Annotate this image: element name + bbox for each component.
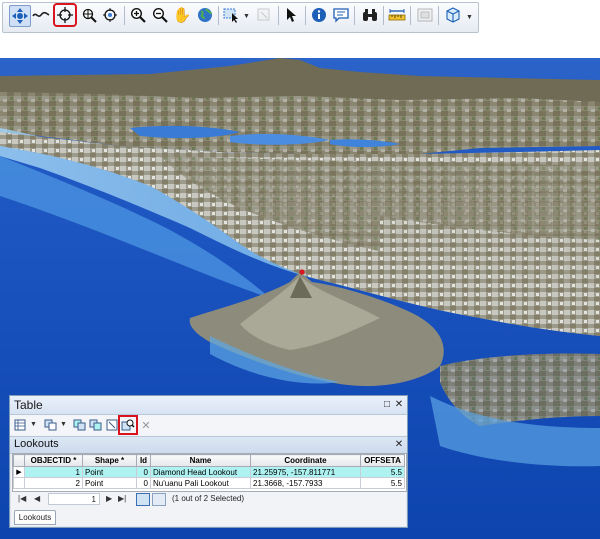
table-cell[interactable]: 21.3668, -157.7933 xyxy=(250,477,361,489)
toolbar-separator xyxy=(438,6,439,25)
table-cell[interactable]: Nu'uanu Pali Lookout xyxy=(150,477,251,489)
cube-icon[interactable] xyxy=(443,5,463,25)
first-record-icon[interactable]: |◀ xyxy=(18,494,26,503)
navigate-icon[interactable] xyxy=(9,5,31,27)
table-toolbar: ▼ ▼ ✕ xyxy=(10,415,407,435)
table-cell[interactable]: Point xyxy=(82,477,137,489)
toolbar-separator xyxy=(383,6,384,25)
measure-icon[interactable] xyxy=(387,5,407,25)
column-header[interactable]: OFFSETA xyxy=(360,454,405,467)
previous-record-icon[interactable]: ◀ xyxy=(34,494,40,503)
show-selected-records-icon[interactable] xyxy=(152,493,166,506)
globe-icon[interactable] xyxy=(195,5,215,25)
table-tab-title: Lookouts xyxy=(14,438,59,450)
lookout-point-marker[interactable] xyxy=(299,269,305,275)
toolbar-options-icon[interactable]: ▼ xyxy=(466,14,473,21)
select-features-icon[interactable] xyxy=(222,5,242,25)
close-icon[interactable]: ✕ xyxy=(393,438,405,451)
related-tables-icon[interactable] xyxy=(43,417,59,433)
record-number-input[interactable]: 1 xyxy=(48,493,100,505)
table-cell[interactable]: 0 xyxy=(136,477,151,489)
toolbar-separator xyxy=(278,6,279,25)
hand-icon[interactable]: ✋ xyxy=(172,5,192,25)
popup-icon[interactable] xyxy=(331,5,351,25)
column-header[interactable]: Shape * xyxy=(82,454,137,467)
table-row[interactable]: 2 Point 0 Nu'uanu Pali Lookout 21.3668, … xyxy=(13,477,405,489)
row-selector-header[interactable] xyxy=(13,454,25,467)
info-icon[interactable] xyxy=(309,5,329,25)
switch-selection-icon[interactable] xyxy=(88,417,104,433)
table-cell[interactable]: Diamond Head Lookout xyxy=(150,466,251,478)
bottom-tab-lookouts[interactable]: Lookouts xyxy=(14,510,56,525)
table-tab-header: Lookouts ✕ xyxy=(10,436,407,454)
table-cell[interactable]: 1 xyxy=(24,466,83,478)
observer-icon[interactable] xyxy=(100,5,120,25)
target-icon[interactable] xyxy=(53,3,77,27)
column-header[interactable]: OBJECTID * xyxy=(24,454,83,467)
chevron-down-icon[interactable]: ▼ xyxy=(30,421,37,428)
attribute-table-window[interactable]: Table □ ✕ ▼ ▼ ✕ Lookouts ✕ OBJECTID * Sh… xyxy=(9,395,408,528)
delete-selected-icon[interactable]: ✕ xyxy=(138,417,154,433)
table-row[interactable]: ▶ 1 Point 0 Diamond Head Lookout 21.2597… xyxy=(13,466,405,478)
chevron-down-icon[interactable]: ▼ xyxy=(243,13,250,20)
table-cell[interactable]: 21.25975, -157.811771 xyxy=(250,466,361,478)
grid-header-row: OBJECTID * Shape * Id Name Coordinate OF… xyxy=(13,454,405,467)
current-row-icon[interactable]: ▶ xyxy=(13,466,25,478)
toolbar-separator xyxy=(305,6,306,25)
table-cell[interactable]: 0 xyxy=(136,466,151,478)
next-record-icon[interactable]: ▶ xyxy=(106,494,112,503)
select-by-attributes-icon[interactable] xyxy=(72,417,88,433)
close-icon[interactable]: ✕ xyxy=(393,398,405,411)
zoom-in-icon[interactable] xyxy=(128,5,148,25)
scene-toolbar: ✋ ▼ ▼ xyxy=(0,0,600,34)
fly-icon[interactable] xyxy=(31,5,51,25)
record-navigator: |◀ ◀ 1 ▶ ▶| (1 out of 2 Selected) xyxy=(12,493,405,507)
show-all-records-icon[interactable] xyxy=(136,493,150,506)
table-cell[interactable]: 2 xyxy=(24,477,83,489)
table-cell[interactable]: Point xyxy=(82,466,137,478)
table-window-title: Table xyxy=(14,398,43,412)
table-cell[interactable]: 5.5 xyxy=(360,477,405,489)
table-cell[interactable]: 5.5 xyxy=(360,466,405,478)
table-options-icon[interactable] xyxy=(13,417,29,433)
toolbar-separator xyxy=(124,6,125,25)
zoom-target-icon[interactable] xyxy=(79,5,99,25)
animation-icon[interactable] xyxy=(415,5,435,25)
chevron-down-icon[interactable]: ▼ xyxy=(60,421,67,428)
column-header[interactable]: Name xyxy=(150,454,251,467)
table-titlebar[interactable]: Table □ ✕ xyxy=(10,396,407,415)
clear-selection-icon[interactable] xyxy=(104,417,120,433)
selection-status: (1 out of 2 Selected) xyxy=(172,494,245,503)
column-header[interactable]: Id xyxy=(136,454,151,467)
zoom-out-icon[interactable] xyxy=(150,5,170,25)
binoculars-icon[interactable] xyxy=(360,5,380,25)
row-selector[interactable] xyxy=(13,477,25,489)
clear-selection-icon[interactable] xyxy=(254,5,274,25)
toolbar-separator xyxy=(354,6,355,25)
toolbar-separator xyxy=(218,6,219,25)
arrow-cursor-icon[interactable] xyxy=(282,5,302,25)
toolbar-separator xyxy=(410,6,411,25)
attribute-grid[interactable]: OBJECTID * Shape * Id Name Coordinate OF… xyxy=(12,453,407,492)
column-header[interactable]: Coordinate xyxy=(250,454,361,467)
restore-icon[interactable]: □ xyxy=(381,398,393,411)
zoom-to-selected-icon[interactable] xyxy=(118,415,138,435)
last-record-icon[interactable]: ▶| xyxy=(118,494,126,503)
